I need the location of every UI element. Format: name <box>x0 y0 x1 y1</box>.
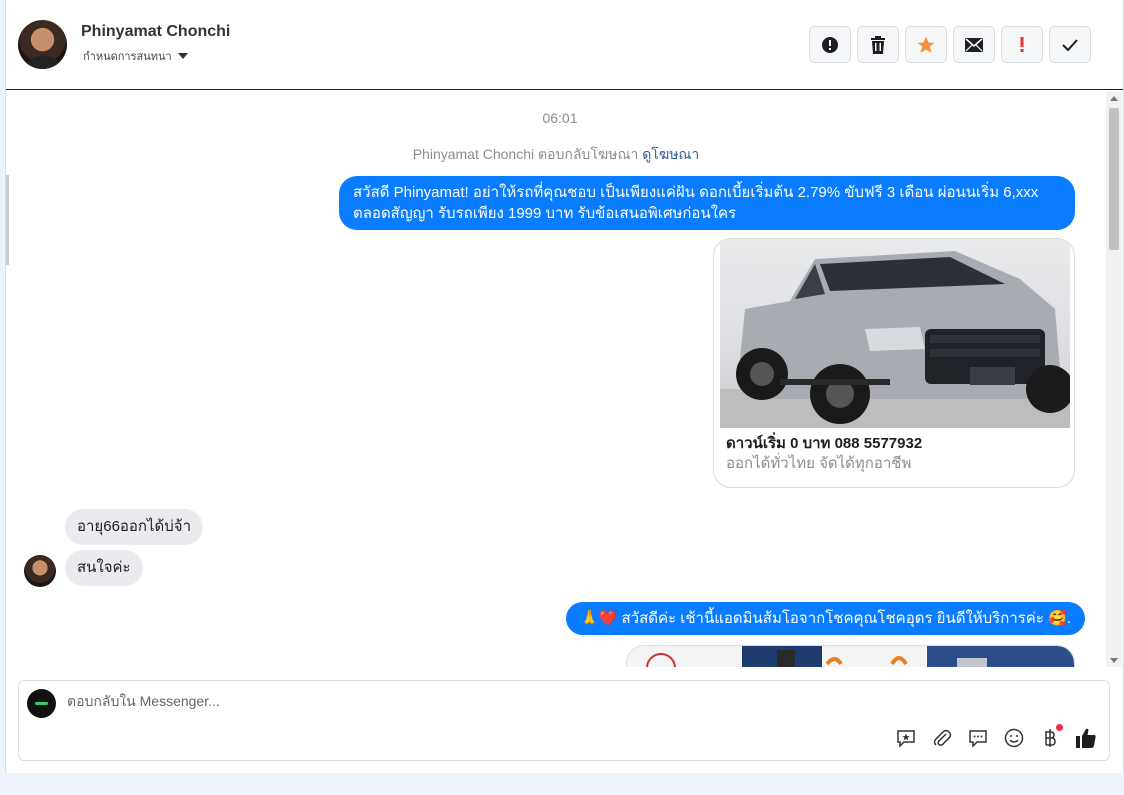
attachment-preview[interactable] <box>626 645 1075 667</box>
ad-reply-notice: Phinyamat Chonchi ตอบกลับโฆษณา ดูโฆษณา <box>6 144 1106 166</box>
thumbs-up-icon <box>1076 728 1096 748</box>
scroll-down-icon[interactable] <box>1110 658 1118 663</box>
conversation-header: Phinyamat Chonchi กำหนดการสนทนา <box>6 0 1123 90</box>
caret-down-icon <box>177 53 188 59</box>
mark-unread-button[interactable] <box>953 26 995 63</box>
notification-dot <box>1056 724 1063 731</box>
like-button[interactable] <box>1075 727 1097 749</box>
delete-button[interactable] <box>857 26 899 63</box>
chat-bubble-icon <box>969 730 987 748</box>
message-composer <box>18 680 1110 761</box>
scroll-thumb[interactable] <box>1109 108 1119 250</box>
composer-tools <box>895 724 1097 749</box>
baht-icon <box>1045 729 1056 747</box>
truck-image <box>720 239 1070 428</box>
scroll-up-icon[interactable] <box>1110 96 1118 101</box>
emoji-button[interactable] <box>1003 727 1025 749</box>
contact-name[interactable]: Phinyamat Chonchi <box>81 23 230 41</box>
outgoing-message[interactable]: สวัสดี Phinyamat! อย่าให้รถที่คุณชอบ เป็… <box>339 176 1075 230</box>
contact-avatar[interactable] <box>18 20 67 69</box>
header-actions <box>809 26 1091 63</box>
ad-card[interactable]: ดาวน์เริ่ม 0 บาท 088 5577932 ออกได้ทั่วไ… <box>713 238 1075 488</box>
info-icon <box>822 36 838 53</box>
page-avatar <box>27 689 56 718</box>
outgoing-message[interactable]: 🙏❤️ สวัสดีค่ะ เช้านี้แอดมินส้มโอจากโชคคุ… <box>566 602 1085 635</box>
thread-scrollbar[interactable] <box>1106 92 1122 667</box>
reply-input[interactable] <box>67 693 867 709</box>
check-icon <box>1062 38 1078 51</box>
info-button[interactable] <box>809 26 851 63</box>
pickup-truck-icon <box>720 251 1070 428</box>
attach-button[interactable] <box>931 727 953 749</box>
payment-button[interactable] <box>1039 724 1063 749</box>
attachment-image <box>627 646 1074 667</box>
messenger-inbox: Phinyamat Chonchi กำหนดการสนทนา 06:01 Ph… <box>5 0 1124 773</box>
star-button[interactable] <box>905 26 947 63</box>
smiley-icon <box>1004 728 1024 748</box>
incoming-message[interactable]: สนใจค่ะ <box>65 550 143 586</box>
contact-avatar-small <box>24 555 56 587</box>
star-icon <box>917 36 935 53</box>
alert-icon <box>1020 36 1024 52</box>
mark-done-button[interactable] <box>1049 26 1091 63</box>
conversation-schedule-label: กำหนดการสนทนา <box>83 51 172 63</box>
saved-reply-icon <box>897 730 915 748</box>
message-timestamp: 06:01 <box>542 110 578 126</box>
saved-replies-button[interactable] <box>895 727 917 749</box>
spam-button[interactable] <box>1001 26 1043 63</box>
chat-bubble-button[interactable] <box>967 727 989 749</box>
conversation-schedule-dropdown[interactable]: กำหนดการสนทนา <box>83 47 188 65</box>
ad-reply-text: Phinyamat Chonchi ตอบกลับโฆษณา <box>412 146 639 162</box>
incoming-message[interactable]: อายุ66ออกได้บ่จ้า <box>65 509 204 545</box>
view-ad-link[interactable]: ดูโฆษณา <box>642 146 699 162</box>
mail-icon <box>965 37 983 52</box>
message-thread[interactable]: 06:01 Phinyamat Chonchi ตอบกลับโฆษณา ดูโ… <box>6 92 1106 667</box>
trash-icon <box>871 35 885 54</box>
paperclip-icon <box>933 729 952 746</box>
ad-card-subtitle: ออกได้ทั่วไทย จัดได้ทุกอาชีพ <box>726 455 912 472</box>
